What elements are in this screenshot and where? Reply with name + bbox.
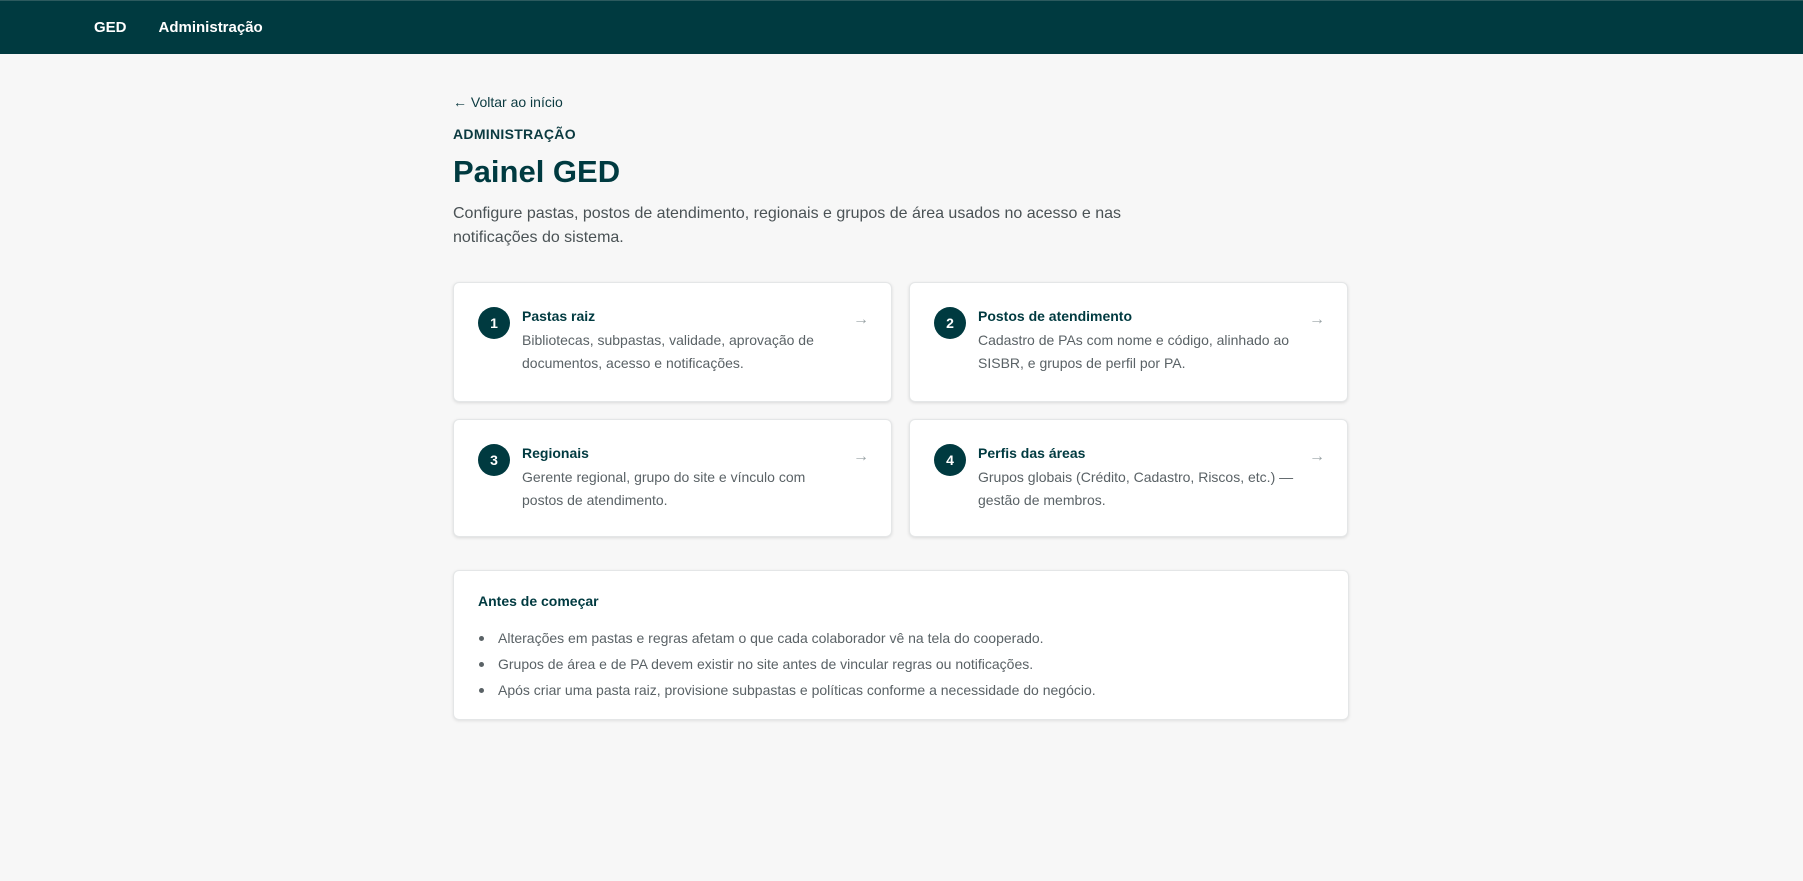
card-perfis-areas[interactable]: 4 Perfis das áreas Grupos globais (Crédi… [909, 419, 1348, 537]
card-title: Perfis das áreas [978, 445, 1086, 461]
card-description: Gerente regional, grupo do site e víncul… [522, 469, 806, 508]
card-regionais[interactable]: 3 Regionais Gerente regional, grupo do s… [453, 419, 892, 537]
step-number-badge: 4 [934, 444, 966, 476]
nav-administracao[interactable]: Administração [159, 19, 263, 36]
panel-title: Antes de começar [478, 593, 599, 609]
step-number-badge: 3 [478, 444, 510, 476]
card-description: Bibliotecas, subpastas, validade, aprova… [522, 332, 814, 371]
page-description: Configure pastas, postos de atendimento,… [453, 205, 1121, 246]
admin-cards-grid: 1 Pastas raiz Bibliotecas, subpastas, va… [453, 282, 1349, 537]
card-pastas-raiz[interactable]: 1 Pastas raiz Bibliotecas, subpastas, va… [453, 282, 892, 402]
card-description: Cadastro de PAs com nome e código, alinh… [978, 332, 1290, 371]
card-postos-atendimento[interactable]: 2 Postos de atendimento Cadastro de PAs … [909, 282, 1348, 402]
step-number-badge: 1 [478, 307, 510, 339]
card-description: Grupos globais (Crédito, Cadastro, Risco… [978, 469, 1294, 508]
arrow-right-icon: → [1309, 448, 1325, 465]
step-number-badge: 2 [934, 307, 966, 339]
section-eyebrow: ADMINISTRAÇÃO [453, 126, 576, 142]
list-item: Alterações em pastas e regras afetam o q… [478, 625, 1324, 651]
list-item: Grupos de área e de PA devem existir no … [478, 651, 1324, 677]
brand-link[interactable]: GED [94, 19, 127, 36]
arrow-right-icon: → [853, 448, 869, 465]
arrow-right-icon: → [853, 311, 869, 328]
card-title: Regionais [522, 445, 589, 461]
main-content: ← Voltar ao início ADMINISTRAÇÃO Painel … [453, 94, 1349, 720]
tips-list: Alterações em pastas e regras afetam o q… [478, 625, 1324, 703]
card-title: Pastas raiz [522, 308, 596, 324]
before-start-panel: Antes de começar Alterações em pastas e … [453, 570, 1349, 720]
back-to-home-link[interactable]: ← Voltar ao início [453, 94, 563, 110]
card-title: Postos de atendimento [978, 308, 1133, 324]
top-navbar: GED Administração [0, 0, 1803, 54]
list-item: Após criar uma pasta raiz, provisione su… [478, 677, 1324, 703]
page-title: Painel GED [453, 154, 621, 189]
arrow-right-icon: → [1309, 311, 1325, 328]
